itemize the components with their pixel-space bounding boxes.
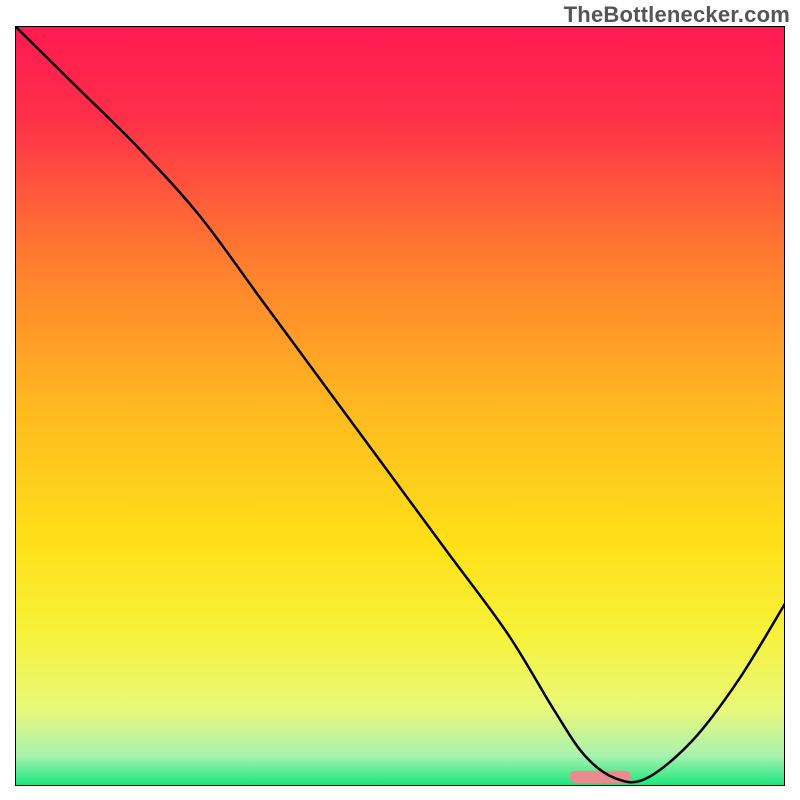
watermark-text: TheBottlenecker.com: [564, 2, 790, 28]
chart-svg: [15, 26, 785, 786]
bottleneck-chart: [15, 26, 785, 786]
